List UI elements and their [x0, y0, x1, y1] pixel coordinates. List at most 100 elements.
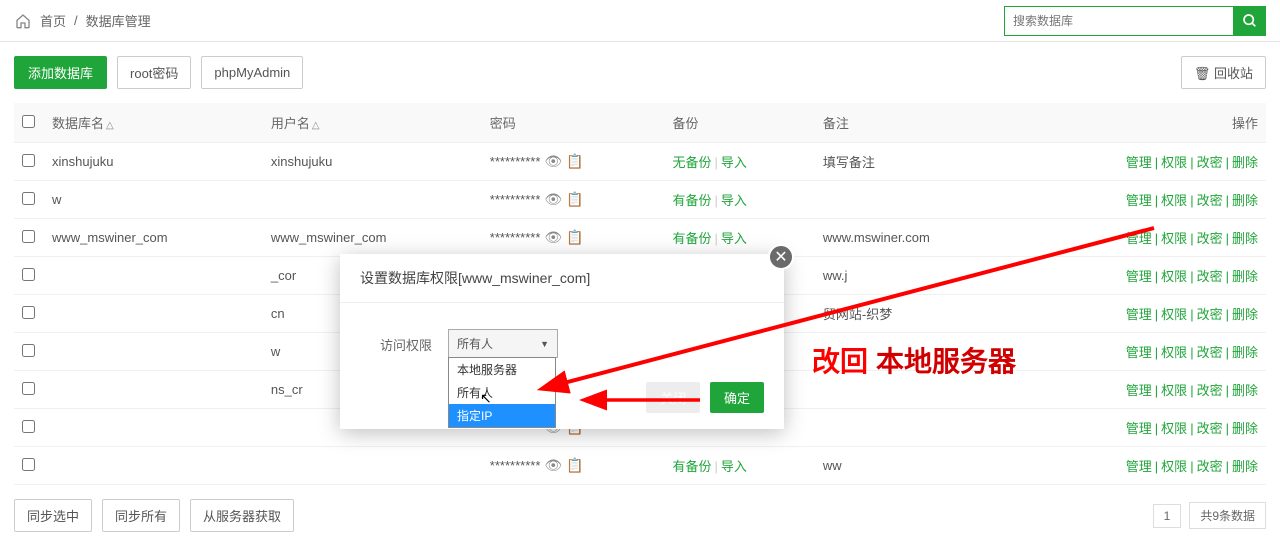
action-manage[interactable]: 管理: [1126, 307, 1152, 322]
action-perm[interactable]: 权限: [1161, 193, 1187, 208]
action-del[interactable]: 删除: [1232, 459, 1258, 474]
copy-icon[interactable]: 📋: [566, 153, 583, 169]
action-chpwd[interactable]: 改密: [1197, 345, 1223, 360]
option-local-server[interactable]: 本地服务器: [449, 358, 555, 381]
breadcrumb-home[interactable]: 首页: [40, 11, 66, 30]
row-checkbox[interactable]: [22, 192, 35, 205]
cell-pwd: **********👁📋: [482, 447, 665, 485]
action-chpwd[interactable]: 改密: [1197, 155, 1223, 170]
action-perm[interactable]: 权限: [1161, 155, 1187, 170]
action-manage[interactable]: 管理: [1126, 383, 1152, 398]
select-all-checkbox[interactable]: [22, 115, 35, 128]
cell-note[interactable]: www.mswiner.com: [815, 219, 1019, 257]
action-perm[interactable]: 权限: [1161, 231, 1187, 246]
row-checkbox[interactable]: [22, 420, 35, 433]
action-manage[interactable]: 管理: [1126, 421, 1152, 436]
eye-icon[interactable]: 👁: [544, 457, 562, 473]
cell-backup: 无备份|导入: [664, 143, 814, 181]
sync-all-button[interactable]: 同步所有: [102, 499, 180, 532]
modal-cancel-button[interactable]: 关闭: [646, 382, 700, 413]
cell-user: [263, 447, 482, 485]
row-checkbox[interactable]: [22, 306, 35, 319]
action-chpwd[interactable]: 改密: [1197, 421, 1223, 436]
backup-import[interactable]: 导入: [721, 459, 747, 474]
col-name[interactable]: 数据库名△: [44, 103, 263, 143]
backup-import[interactable]: 导入: [721, 193, 747, 208]
action-manage[interactable]: 管理: [1126, 269, 1152, 284]
eye-icon[interactable]: 👁: [544, 191, 562, 207]
cell-name: www_mswiner_com: [44, 219, 263, 257]
modal-confirm-button[interactable]: 确定: [710, 382, 764, 413]
row-checkbox[interactable]: [22, 268, 35, 281]
cell-note[interactable]: [815, 181, 1019, 219]
action-chpwd[interactable]: 改密: [1197, 193, 1223, 208]
action-perm[interactable]: 权限: [1161, 307, 1187, 322]
backup-has[interactable]: 有备份: [672, 231, 711, 246]
add-database-button[interactable]: 添加数据库: [14, 56, 107, 89]
page-number[interactable]: 1: [1153, 504, 1182, 528]
action-chpwd[interactable]: 改密: [1197, 231, 1223, 246]
action-del[interactable]: 删除: [1232, 383, 1258, 398]
action-perm[interactable]: 权限: [1161, 421, 1187, 436]
search-button[interactable]: [1234, 6, 1266, 36]
cell-name: [44, 295, 263, 333]
action-del[interactable]: 删除: [1232, 421, 1258, 436]
recycle-button[interactable]: 🗑 回收站: [1181, 56, 1266, 89]
action-perm[interactable]: 权限: [1161, 269, 1187, 284]
action-manage[interactable]: 管理: [1126, 155, 1152, 170]
action-del[interactable]: 删除: [1232, 193, 1258, 208]
phpmyadmin-button[interactable]: phpMyAdmin: [201, 56, 303, 89]
action-manage[interactable]: 管理: [1126, 459, 1152, 474]
action-manage[interactable]: 管理: [1126, 231, 1152, 246]
table-row: w**********👁📋有备份|导入管理|权限|改密|删除: [14, 181, 1266, 219]
sync-selected-button[interactable]: 同步选中: [14, 499, 92, 532]
cell-note[interactable]: 填写备注: [815, 143, 1019, 181]
backup-import[interactable]: 导入: [721, 155, 747, 170]
action-del[interactable]: 删除: [1232, 231, 1258, 246]
cell-note[interactable]: ww: [815, 447, 1019, 485]
row-checkbox[interactable]: [22, 344, 35, 357]
cell-note[interactable]: [815, 409, 1019, 447]
copy-icon[interactable]: 📋: [566, 229, 583, 245]
backup-has[interactable]: 有备份: [672, 459, 711, 474]
cell-note[interactable]: ww.j: [815, 257, 1019, 295]
backup-has[interactable]: 有备份: [672, 193, 711, 208]
option-everyone[interactable]: 所有人: [449, 381, 555, 404]
action-del[interactable]: 删除: [1232, 269, 1258, 284]
eye-icon[interactable]: 👁: [544, 229, 562, 245]
cell-note[interactable]: 贸网站-织梦: [815, 295, 1019, 333]
action-del[interactable]: 删除: [1232, 155, 1258, 170]
action-chpwd[interactable]: 改密: [1197, 307, 1223, 322]
action-chpwd[interactable]: 改密: [1197, 459, 1223, 474]
action-perm[interactable]: 权限: [1161, 345, 1187, 360]
row-checkbox[interactable]: [22, 230, 35, 243]
action-perm[interactable]: 权限: [1161, 459, 1187, 474]
backup-import[interactable]: 导入: [721, 231, 747, 246]
row-checkbox[interactable]: [22, 382, 35, 395]
action-chpwd[interactable]: 改密: [1197, 269, 1223, 284]
eye-icon[interactable]: 👁: [544, 153, 562, 169]
close-icon: ✕: [774, 247, 787, 267]
option-specify-ip[interactable]: 指定IP: [449, 404, 555, 427]
cell-pwd: **********👁📋: [482, 181, 665, 219]
backup-none[interactable]: 无备份: [672, 155, 711, 170]
sort-asc-icon: △: [312, 120, 320, 131]
action-perm[interactable]: 权限: [1161, 383, 1187, 398]
annotation-text: 改回本地服务器: [812, 340, 1016, 380]
action-chpwd[interactable]: 改密: [1197, 383, 1223, 398]
cell-name: [44, 447, 263, 485]
fetch-from-server-button[interactable]: 从服务器获取: [190, 499, 294, 532]
action-del[interactable]: 删除: [1232, 345, 1258, 360]
search-input[interactable]: [1004, 6, 1234, 36]
action-manage[interactable]: 管理: [1126, 345, 1152, 360]
copy-icon[interactable]: 📋: [566, 457, 583, 473]
row-checkbox[interactable]: [22, 154, 35, 167]
root-password-button[interactable]: root密码: [117, 56, 191, 89]
access-permission-select[interactable]: 所有人 ▼: [448, 329, 558, 358]
action-manage[interactable]: 管理: [1126, 193, 1152, 208]
row-checkbox[interactable]: [22, 458, 35, 471]
modal-close-button[interactable]: ✕: [768, 244, 794, 270]
col-user[interactable]: 用户名△: [263, 103, 482, 143]
copy-icon[interactable]: 📋: [566, 191, 583, 207]
action-del[interactable]: 删除: [1232, 307, 1258, 322]
